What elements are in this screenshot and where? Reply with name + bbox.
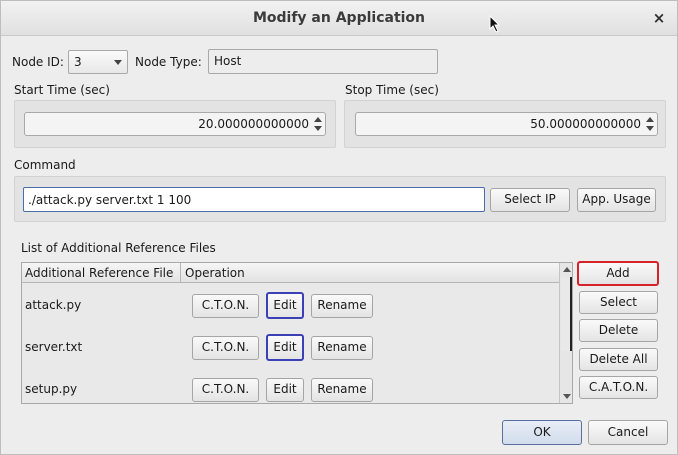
- edit-button[interactable]: Edit: [266, 378, 304, 402]
- edit-button[interactable]: Edit: [266, 334, 304, 361]
- file-name: attack.py: [25, 298, 82, 312]
- file-name: setup.py: [25, 382, 78, 396]
- delete-all-button[interactable]: Delete All: [579, 348, 658, 371]
- modify-application-dialog: Modify an Application × Node ID: 3 Node …: [0, 0, 678, 455]
- column-header-file: Additional Reference File: [25, 266, 174, 280]
- ref-files-table: Additional Reference File Operation atta…: [21, 262, 573, 404]
- caton-button[interactable]: C.A.T.O.N.: [579, 376, 658, 399]
- cton-button[interactable]: C.T.O.N.: [192, 336, 259, 360]
- start-time-label: Start Time (sec): [14, 83, 110, 97]
- node-id-select[interactable]: 3: [68, 50, 128, 74]
- add-button[interactable]: Add: [577, 261, 659, 286]
- edit-button[interactable]: Edit: [266, 292, 304, 319]
- ref-files-title: List of Additional Reference Files: [21, 241, 216, 255]
- cton-button[interactable]: C.T.O.N.: [192, 378, 259, 402]
- stop-time-value: 50.000000000000: [530, 117, 641, 131]
- cancel-button[interactable]: Cancel: [588, 420, 668, 445]
- chevron-down-icon: [114, 60, 122, 65]
- command-input[interactable]: ./attack.py server.txt 1 100: [23, 187, 485, 212]
- select-ip-button[interactable]: Select IP: [490, 188, 570, 212]
- node-id-label: Node ID:: [12, 55, 64, 69]
- stop-time-label: Stop Time (sec): [345, 83, 439, 97]
- delete-button[interactable]: Delete: [579, 319, 658, 342]
- rename-button[interactable]: Rename: [311, 294, 373, 318]
- scroll-thumb[interactable]: [561, 277, 572, 351]
- ok-button[interactable]: OK: [502, 420, 582, 445]
- column-header-operation: Operation: [185, 266, 245, 280]
- close-icon[interactable]: ×: [651, 9, 667, 27]
- table-row: server.txt C.T.O.N. Edit Rename: [22, 326, 558, 368]
- node-type-field: Host: [208, 49, 438, 74]
- command-label: Command: [14, 158, 76, 172]
- start-time-group: 20.000000000000: [14, 100, 336, 148]
- scroll-up-icon[interactable]: [563, 267, 571, 272]
- vertical-scrollbar[interactable]: [559, 263, 572, 403]
- window-title: Modify an Application: [252, 10, 426, 26]
- table-row: attack.py C.T.O.N. Edit Rename: [22, 284, 558, 326]
- start-time-spinner[interactable]: 20.000000000000: [24, 112, 326, 136]
- title-bar: Modify an Application ×: [1, 1, 677, 36]
- mouse-cursor-icon: [489, 15, 501, 33]
- app-usage-button[interactable]: App. Usage: [577, 188, 656, 212]
- node-type-label: Node Type:: [135, 55, 202, 69]
- rename-button[interactable]: Rename: [311, 378, 373, 402]
- start-time-value: 20.000000000000: [198, 117, 309, 131]
- spin-down-icon[interactable]: [314, 126, 322, 131]
- file-name: server.txt: [25, 340, 83, 354]
- stop-time-group: 50.000000000000: [344, 100, 666, 148]
- spin-up-icon[interactable]: [314, 117, 322, 122]
- cton-button[interactable]: C.T.O.N.: [192, 294, 259, 318]
- node-id-value: 3: [74, 55, 82, 69]
- spin-up-icon[interactable]: [646, 117, 654, 122]
- scroll-down-icon[interactable]: [563, 394, 571, 399]
- rename-button[interactable]: Rename: [311, 336, 373, 360]
- spin-down-icon[interactable]: [646, 126, 654, 131]
- node-type-value: Host: [214, 54, 242, 68]
- column-divider: [180, 263, 181, 283]
- table-row: setup.py C.T.O.N. Edit Rename: [22, 368, 558, 403]
- table-header: Additional Reference File Operation: [22, 263, 562, 283]
- select-button[interactable]: Select: [579, 291, 658, 314]
- stop-time-spinner[interactable]: 50.000000000000: [355, 112, 658, 136]
- command-group: ./attack.py server.txt 1 100 Select IP A…: [14, 176, 666, 222]
